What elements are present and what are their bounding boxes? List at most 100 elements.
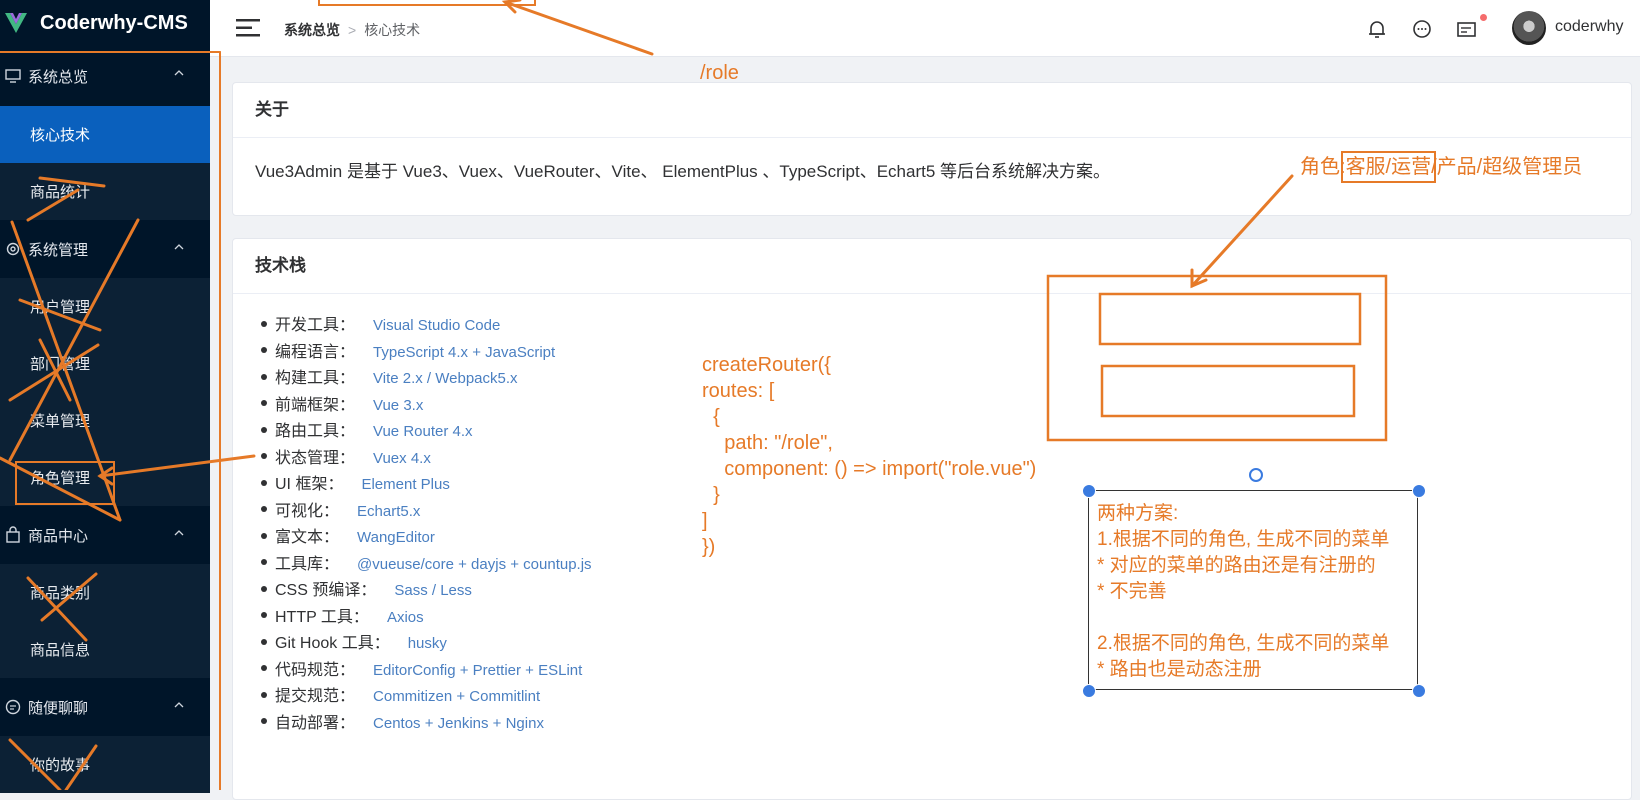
tech-link[interactable]: Vuex 4.x [373, 450, 431, 467]
app-logo[interactable]: Coderwhy-CMS [0, 0, 210, 46]
app-title: Coderwhy-CMS [40, 11, 188, 34]
sidebar-item-goods-stats[interactable]: 商品统计 [0, 163, 210, 220]
sidebar: Coderwhy-CMS 系统总览 核心技术 商品统计 系统管理 用户管理 部门… [0, 0, 210, 793]
tech-link[interactable]: Vite 2.x / Webpack5.x [373, 370, 518, 387]
tech-link[interactable]: husky [408, 635, 447, 652]
sidebar-item-menus[interactable]: 菜单管理 [0, 392, 210, 449]
list-item: CSS 预编译： Sass / Less [255, 576, 592, 603]
tech-stack-list: 开发工具： Visual Studio Code 编程语言： TypeScript … [255, 311, 592, 735]
vue-logo-icon [5, 13, 27, 33]
resize-handle-icon[interactable] [1082, 684, 1096, 698]
rotate-handle-icon[interactable] [1249, 468, 1263, 482]
breadcrumb-item-current: 核心技术 [364, 22, 421, 38]
tech-link[interactable]: Commitizen + Commitlint [373, 688, 540, 705]
sidebar-item-label: 商品类别 [30, 585, 91, 602]
resize-handle-icon[interactable] [1412, 684, 1426, 698]
about-text: Vue3Admin 是基于 Vue3、Vuex、VueRouter、Vite、 … [255, 162, 1111, 181]
list-item: 自动部署： Centos + Jenkins + Nginx [255, 709, 592, 736]
sidebar-item-label: 你的故事 [30, 757, 91, 774]
chevron-up-icon [174, 70, 184, 76]
list-item: 富文本： WangEditor [255, 523, 592, 550]
menu-group-label: 商品中心 [28, 527, 89, 545]
message-card-icon[interactable] [1456, 18, 1478, 40]
sidebar-item-label: 菜单管理 [30, 413, 91, 430]
menu-group-label: 系统管理 [28, 241, 89, 259]
chevron-up-icon [174, 530, 184, 536]
resize-handle-icon[interactable] [1412, 484, 1426, 498]
tech-link[interactable]: Centos + Jenkins + Nginx [373, 715, 544, 732]
submenu-overview: 核心技术 商品统计 [0, 106, 210, 220]
tech-link[interactable]: Visual Studio Code [373, 317, 500, 334]
sidebar-item-label: 商品统计 [30, 184, 91, 201]
top-header: 系统总览 > 核心技术 coderwhy [210, 0, 1640, 57]
tech-stack-title: 技术栈 [233, 239, 1631, 294]
bag-icon [6, 526, 20, 543]
menu-group-overview[interactable]: 系统总览 [0, 46, 210, 106]
notification-dot [1480, 14, 1487, 21]
tech-link[interactable]: Sass / Less [394, 582, 472, 599]
sidebar-item-departments[interactable]: 部门管理 [0, 335, 210, 392]
sidebar-item-goods-category[interactable]: 商品类别 [0, 564, 210, 621]
sidebar-item-roles[interactable]: 角色管理 [0, 449, 210, 506]
annotation-roles: 角色:客服/运营/产品/超级管理员 [1300, 151, 1583, 183]
list-item: UI 框架： Element Plus [255, 470, 592, 497]
resize-handle-icon[interactable] [1082, 484, 1096, 498]
list-item: 提交规范： Commitizen + Commitlint [255, 682, 592, 709]
list-item: 编程语言： TypeScript 4.x + JavaScript [255, 338, 592, 365]
list-item: 路由工具： Vue Router 4.x [255, 417, 592, 444]
menu-group-label: 随便聊聊 [28, 699, 89, 717]
avatar[interactable] [1512, 11, 1546, 45]
list-item: 状态管理： Vuex 4.x [255, 444, 592, 471]
bell-icon[interactable] [1366, 18, 1388, 40]
chat-icon [5, 699, 21, 715]
annotation-roles-boxed: 客服/运营 [1340, 151, 1437, 183]
breadcrumb: 系统总览 > 核心技术 [284, 20, 420, 40]
tech-link[interactable]: Echart5.x [357, 503, 420, 520]
sidebar-item-label: 部门管理 [30, 356, 91, 373]
tech-link[interactable]: @vueuse/core + dayjs + countup.js [357, 556, 592, 573]
menu-group-chat[interactable]: 随便聊聊 [0, 678, 210, 736]
tech-link[interactable]: Axios [387, 609, 424, 626]
sidebar-item-users[interactable]: 用户管理 [0, 278, 210, 335]
list-item: 构建工具： Vite 2.x / Webpack5.x [255, 364, 592, 391]
list-item: 工具库： @vueuse/core + dayjs + countup.js [255, 550, 592, 577]
chevron-up-icon [174, 244, 184, 250]
chat-bubble-icon[interactable] [1411, 18, 1433, 40]
sidebar-item-story[interactable]: 你的故事 [0, 736, 210, 793]
username[interactable]: coderwhy [1555, 18, 1623, 36]
sidebar-item-label: 商品信息 [30, 642, 91, 659]
submenu-chat: 你的故事 [0, 736, 210, 793]
annotation-textbox[interactable]: 两种方案: 1.根据不同的角色, 生成不同的菜单 * 对应的菜单的路由还是有注册… [1088, 490, 1418, 690]
about-card: 关于 Vue3Admin 是基于 Vue3、Vuex、VueRouter、Vit… [232, 82, 1632, 216]
menu-fold-icon[interactable] [236, 18, 260, 38]
chevron-up-icon [174, 702, 184, 708]
submenu-system: 用户管理 部门管理 菜单管理 角色管理 [0, 278, 210, 506]
about-title: 关于 [233, 83, 1631, 138]
tech-link[interactable]: EditorConfig + Prettier + ESLint [373, 662, 582, 679]
list-item: HTTP 工具： Axios [255, 603, 592, 630]
tech-link[interactable]: TypeScript 4.x + JavaScript [373, 344, 555, 361]
menu-group-system[interactable]: 系统管理 [0, 220, 210, 278]
submenu-goods: 商品类别 商品信息 [0, 564, 210, 678]
annotation-code: createRouter({ routes: [ { path: "/role"… [702, 354, 1037, 558]
tech-link[interactable]: WangEditor [357, 529, 435, 546]
breadcrumb-item-overview[interactable]: 系统总览 [284, 22, 340, 38]
menu-group-goods[interactable]: 商品中心 [0, 506, 210, 564]
tech-link[interactable]: Vue Router 4.x [373, 423, 473, 440]
annotation-role-path: /role [700, 62, 739, 84]
tech-link[interactable]: Element Plus [361, 476, 449, 493]
list-item: 开发工具： Visual Studio Code [255, 311, 592, 338]
gear-icon [6, 242, 20, 256]
breadcrumb-separator: > [348, 22, 357, 38]
list-item: 前端框架： Vue 3.x [255, 391, 592, 418]
list-item: 代码规范： EditorConfig + Prettier + ESLint [255, 656, 592, 683]
sidebar-item-label: 核心技术 [30, 127, 91, 144]
sidebar-item-label: 用户管理 [30, 299, 91, 316]
list-item: Git Hook 工具： husky [255, 629, 592, 656]
sidebar-item-label: 角色管理 [30, 470, 91, 487]
sidebar-item-goods-info[interactable]: 商品信息 [0, 621, 210, 678]
list-item: 可视化： Echart5.x [255, 497, 592, 524]
monitor-icon [5, 69, 21, 83]
tech-link[interactable]: Vue 3.x [373, 397, 423, 414]
sidebar-item-core-tech[interactable]: 核心技术 [0, 106, 210, 163]
